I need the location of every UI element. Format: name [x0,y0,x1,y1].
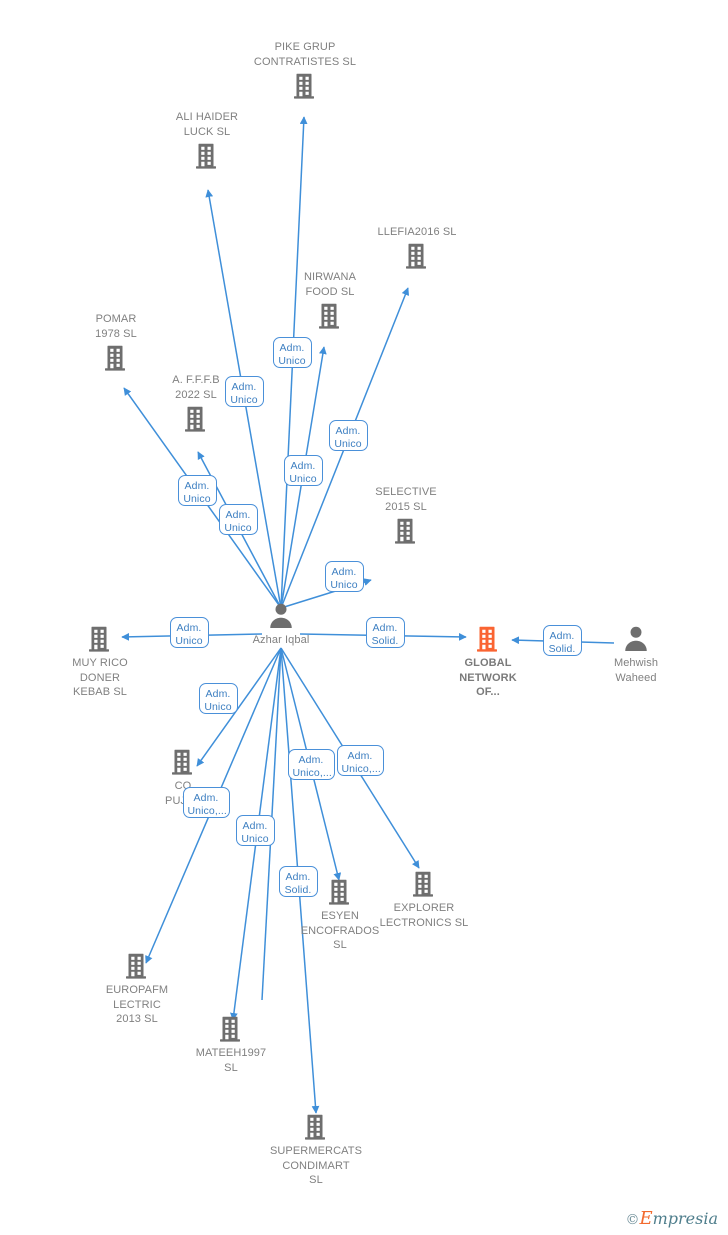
node-pomar[interactable]: POMAR 1978 SL [61,312,171,373]
building-icon [275,301,385,331]
edge-label[interactable]: Adm. Unico [218,503,258,535]
edge-label[interactable]: Adm. Unico [235,814,275,846]
node-mateeh[interactable]: MATEEH1997 SL [176,1014,286,1075]
node-llefia[interactable]: LLEFIA2016 SL [362,225,472,272]
edge-label[interactable]: Adm. Unico [177,474,217,506]
edge-label[interactable]: Adm. Solid. [278,865,318,897]
edge-label[interactable]: Adm. Solid. [365,616,405,648]
person-icon [226,601,336,631]
building-icon [261,1112,371,1142]
brand-initial: E [639,1208,653,1229]
node-supermercats[interactable]: SUPERMERCATS CONDIMART SL [261,1112,371,1188]
node-label: NIRWANA FOOD SL [303,271,357,298]
person-icon [581,624,691,654]
edge-label[interactable]: Adm. Unico [169,616,209,648]
node-label: EXPLORER LECTRONICS SL [379,902,469,929]
node-label: ALI HAIDER LUCK SL [175,111,239,138]
edge-label[interactable]: Adm. Solid. [542,624,582,656]
edge-label[interactable]: Adm. Unico,... [336,744,384,776]
edge-label[interactable]: Adm. Unico [283,454,323,486]
edge-label[interactable]: Adm. Unico [272,336,312,368]
edge-label[interactable]: Adm. Unico,... [287,748,335,780]
node-alihaider[interactable]: ALI HAIDER LUCK SL [152,110,262,171]
edge-label[interactable]: Adm. Unico [224,375,264,407]
edge-label[interactable]: Adm. Unico,... [182,786,230,818]
building-icon [369,869,479,899]
edge-label[interactable]: Adm. Unico [198,682,238,714]
brand-name: mpresia [652,1209,718,1228]
building-icon [61,343,171,373]
node-nirwana[interactable]: NIRWANA FOOD SL [275,270,385,331]
node-azhar[interactable]: Azhar Iqbal [226,601,336,648]
node-pike[interactable]: PIKE GRUP CONTRATISTES SL [250,40,360,101]
node-label: GLOBAL NETWORK OF... [459,657,517,698]
empresia-watermark: ©Empresia [625,1208,718,1229]
node-label: SELECTIVE 2015 SL [375,486,437,513]
node-label: Azhar Iqbal [252,634,310,646]
building-icon [128,747,238,777]
node-label: LLEFIA2016 SL [377,225,457,238]
network-diagram-canvas: PIKE GRUP CONTRATISTES SL ALI HAIDER LUC… [0,0,728,1235]
node-muyrico[interactable]: MUY RICO DONER KEBAB SL [45,624,155,700]
node-label: MUY RICO DONER KEBAB SL [72,657,128,698]
building-icon [433,624,543,654]
node-label: Mehwish Waheed [613,657,659,684]
building-icon [351,516,461,546]
building-icon [45,624,155,654]
node-selective[interactable]: SELECTIVE 2015 SL [351,485,461,546]
node-label: PIKE GRUP CONTRATISTES SL [253,41,357,68]
node-label: POMAR 1978 SL [95,313,137,340]
node-mehwish[interactable]: Mehwish Waheed [581,624,691,685]
building-icon [362,241,472,271]
building-icon [176,1014,286,1044]
node-label: MATEEH1997 SL [195,1047,267,1074]
node-label: SUPERMERCATS CONDIMART SL [269,1145,363,1186]
node-explorer[interactable]: EXPLORER LECTRONICS SL [369,869,479,930]
building-icon [141,404,251,434]
node-global[interactable]: GLOBAL NETWORK OF... [433,624,543,700]
building-icon [82,951,192,981]
copyright-symbol: © [625,1212,640,1228]
building-icon [152,141,262,171]
edge-label[interactable]: Adm. Unico [328,419,368,451]
edge-label[interactable]: Adm. Unico [324,560,364,592]
building-icon [250,71,360,101]
edge-layer [121,116,615,1114]
